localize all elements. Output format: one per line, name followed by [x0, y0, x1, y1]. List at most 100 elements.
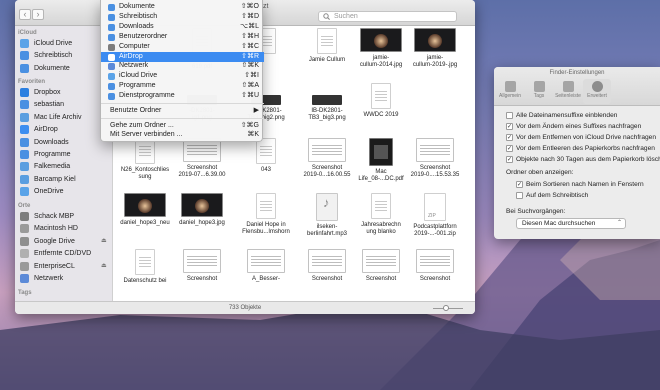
- checkbox-row-3[interactable]: ✓ Vor dem Entleeren des Papierkorbs nachf…: [506, 144, 660, 153]
- sidebar-item-locations-1[interactable]: Macintosh HD: [20, 223, 110, 234]
- file-item[interactable]: Screenshot: [406, 249, 464, 283]
- file-thumbnail: [371, 83, 391, 109]
- tab-erweitert[interactable]: Erweitert: [583, 79, 611, 104]
- checkbox[interactable]: [516, 192, 523, 199]
- sidebar-item-favorites-1[interactable]: sebastian: [20, 99, 110, 110]
- sidebar-item-locations-0[interactable]: Schack MBP: [20, 211, 110, 222]
- file-item[interactable]: Mac Life_08-...DC.pdf: [352, 138, 410, 183]
- sidebar-item-favorites-6[interactable]: Falkemedia: [20, 161, 110, 172]
- file-name: Jahresabrechn ung blanko: [361, 222, 401, 235]
- file-item[interactable]: N26_Kontoschlies sung: [116, 138, 174, 181]
- forward-button[interactable]: ›: [32, 9, 44, 20]
- sidebar: iCloud iCloud Drive Schreibtisch Dokumente F…: [15, 26, 113, 301]
- file-item[interactable]: daniel_hope3.jpg: [173, 193, 231, 227]
- sidebar-item-favorites-3[interactable]: AirDrop: [20, 124, 110, 135]
- sidebar-item-locations-3[interactable]: Entfernte CD/DVD: [20, 248, 110, 259]
- checkbox[interactable]: ✓: [506, 156, 513, 163]
- sidebar-item-favorites-8[interactable]: OneDrive: [20, 186, 110, 197]
- file-item[interactable]: Screenshot: [173, 249, 231, 283]
- checkbox-label: Alle Dateinamensuffixe einblenden: [516, 112, 618, 119]
- sidebar-item-locations-2[interactable]: Google Drive ⏏: [20, 236, 110, 247]
- menu-item-computer[interactable]: Computer ⇧⌘C: [101, 42, 264, 52]
- checkbox-row-4[interactable]: ✓ Objekte nach 30 Tagen aus dem Papierkor…: [506, 155, 660, 164]
- file-item[interactable]: jamie- cullum-2019-.jpg: [406, 28, 464, 69]
- sidebar-item-icloud-0[interactable]: iCloud Drive: [20, 38, 110, 49]
- file-item[interactable]: Screenshot 2019-07...6.39.00: [173, 138, 231, 179]
- sidebar-item-icloud-1[interactable]: Schreibtisch: [20, 50, 110, 61]
- search-input[interactable]: Suchen: [318, 11, 457, 22]
- file-thumbnail: [312, 95, 342, 105]
- file-item[interactable]: 043: [237, 138, 295, 174]
- eject-icon[interactable]: ⏏: [101, 261, 107, 272]
- file-thumbnail: [308, 249, 346, 273]
- file-thumbnail: [316, 193, 338, 221]
- file-item[interactable]: Datenschutz bei: [116, 249, 174, 285]
- checkbox[interactable]: ✓: [506, 123, 513, 130]
- file-item[interactable]: Daniel Hope in Flensbu...lmshorn: [237, 193, 295, 236]
- checkbox-row-2[interactable]: ✓ Vor dem Entfernen von iCloud Drive nach…: [506, 133, 660, 142]
- tab-label: Allgemein: [499, 93, 521, 99]
- menu-item-benutzerordner[interactable]: Benutzerordner ⇧⌘H: [101, 32, 264, 42]
- file-item[interactable]: ilseken- berlinfahrt.mp3: [298, 193, 356, 238]
- tab-allgemein[interactable]: Allgemein: [496, 79, 524, 104]
- menu-item-recent-folders[interactable]: Benutzte Ordner ▶: [101, 106, 264, 116]
- sidebar-item-label: AirDrop: [34, 126, 58, 134]
- file-item[interactable]: Podcastplattforn 2019-...-001.zip: [406, 193, 464, 238]
- file-thumbnail: [124, 193, 166, 217]
- file-thumbnail: [247, 249, 285, 273]
- checkbox-row-0[interactable]: Alle Dateinamensuffixe einblenden: [506, 111, 660, 120]
- file-item[interactable]: Jamie Cullum: [298, 28, 356, 64]
- menu-item-dienstprogramme[interactable]: Dienstprogramme ⇧⌘U: [101, 91, 264, 101]
- chevron-updown-icon: ⌃: [616, 220, 622, 226]
- back-button[interactable]: ‹: [19, 9, 31, 20]
- file-name: A_Besser-: [251, 276, 280, 282]
- file-item[interactable]: A_Besser-: [237, 249, 295, 283]
- folder-order-checkbox-0[interactable]: ✓ Beim Sortieren nach Namen in Fenstern: [516, 180, 660, 189]
- checkbox[interactable]: ✓: [506, 145, 513, 152]
- file-item[interactable]: daniel_hope3_neu: [116, 193, 174, 227]
- file-item[interactable]: Screenshot: [352, 249, 410, 283]
- menu-item-label: Downloads: [119, 22, 154, 30]
- menu-item-icloud-drive[interactable]: iCloud Drive ⇧⌘I: [101, 71, 264, 81]
- file-item[interactable]: jamie- cullum-2014.jpg: [352, 28, 410, 69]
- file-item[interactable]: IB-DK2801- TB3_big3.png: [298, 83, 356, 122]
- file-thumbnail: [424, 193, 446, 221]
- sidebar-item-label: Schreibtisch: [34, 52, 73, 60]
- file-item[interactable]: Screenshot: [298, 249, 356, 283]
- menu-item-schreibtisch[interactable]: Schreibtisch ⇧⌘D: [101, 12, 264, 22]
- file-item[interactable]: Jahresabrechn ung blanko: [352, 193, 410, 236]
- sidebar-item-favorites-4[interactable]: Downloads: [20, 137, 110, 148]
- sidebar-item-favorites-5[interactable]: Programme: [20, 149, 110, 160]
- icon-size-slider-knob[interactable]: [443, 305, 449, 311]
- checkbox[interactable]: ✓: [506, 134, 513, 141]
- file-item[interactable]: Screenshot 2019-0....15.53.35: [406, 138, 464, 179]
- search-scope-select[interactable]: Diesen Mac durchsuchen ⌃: [516, 218, 626, 229]
- sidebar-item-favorites-7[interactable]: Barcamp Kiel: [20, 174, 110, 185]
- eject-icon[interactable]: ⏏: [101, 236, 107, 247]
- menu-item-programme[interactable]: Programme ⇧⌘A: [101, 81, 264, 91]
- menu-item-downloads[interactable]: Downloads ⌥⌘L: [101, 22, 264, 32]
- file-item[interactable]: WWDC 2019: [352, 83, 410, 119]
- menu-item-label: Benutzerordner: [119, 32, 168, 40]
- menu-item-connect-server[interactable]: Mit Server verbinden ... ⌘K: [101, 130, 264, 140]
- section-header-tags: Tags: [18, 290, 32, 296]
- sidebar-item-label: iCloud Drive: [34, 40, 73, 47]
- tab-label: Seitenleiste: [555, 93, 581, 99]
- menu-item-dokumente[interactable]: Dokumente ⇧⌘O: [101, 2, 264, 12]
- sidebar-item-locations-4[interactable]: EnterpriseCL ⏏: [20, 261, 110, 272]
- folder-icon: [20, 174, 29, 184]
- tab-seitenleiste[interactable]: Seitenleiste: [554, 79, 582, 104]
- tab-tags[interactable]: Tags: [525, 79, 553, 104]
- sidebar-item-locations-5[interactable]: Netzwerk: [20, 273, 110, 284]
- sidebar-item-favorites-0[interactable]: Dropbox: [20, 87, 110, 98]
- checkbox[interactable]: [506, 112, 513, 119]
- checkbox[interactable]: ✓: [516, 181, 523, 188]
- menu-separator: [101, 103, 264, 104]
- menu-item-airdrop[interactable]: AirDrop ⇧⌘R: [101, 51, 264, 62]
- menu-item-netzwerk[interactable]: Netzwerk ⇧⌘K: [101, 61, 264, 71]
- folder-order-checkbox-1[interactable]: Auf dem Schreibtisch: [516, 191, 660, 200]
- sidebar-item-favorites-2[interactable]: Mac Life Archiv: [20, 112, 110, 123]
- sidebar-item-icloud-2[interactable]: Dokumente: [20, 63, 110, 74]
- file-item[interactable]: Screenshot 2019-0...16.00.55: [298, 138, 356, 179]
- checkbox-row-1[interactable]: ✓ Vor dem Ändern eines Suffixes nachfrage…: [506, 122, 660, 131]
